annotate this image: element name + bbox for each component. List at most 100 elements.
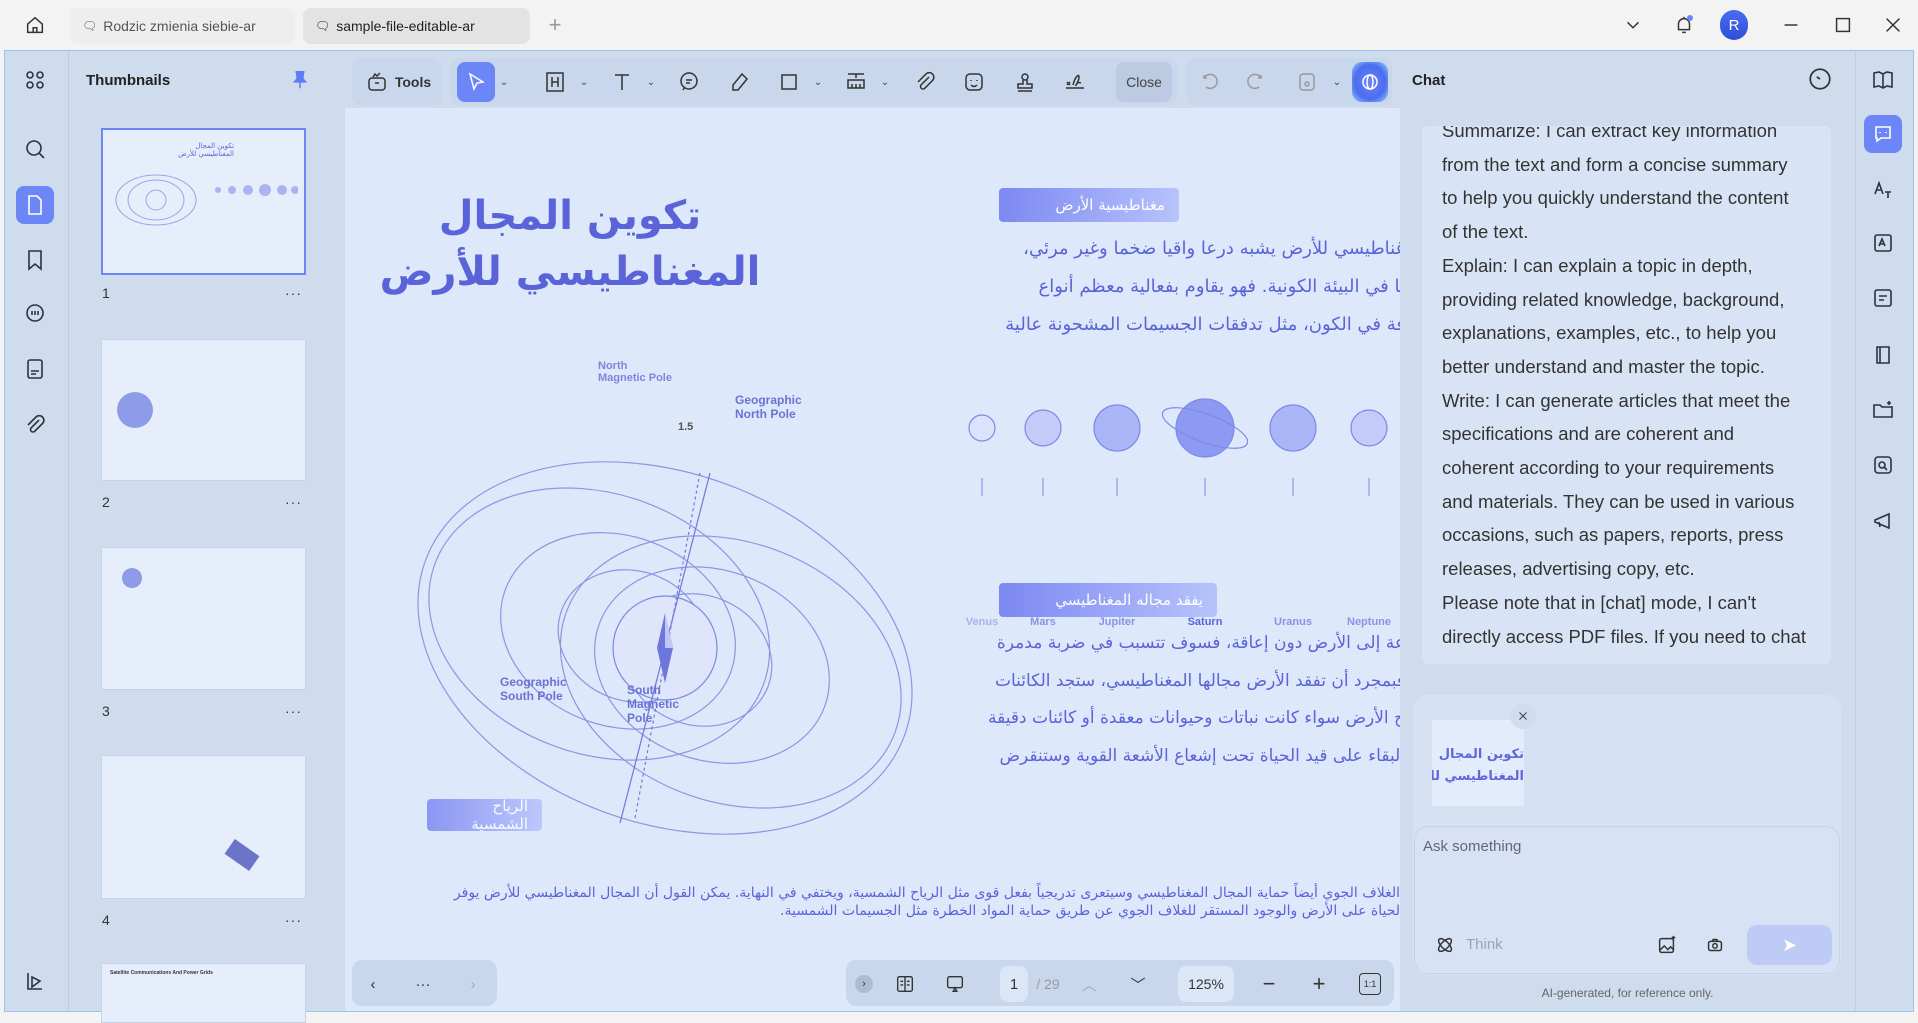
attach-icon[interactable] (910, 62, 940, 102)
new-tab-icon[interactable]: + (542, 12, 568, 38)
thumbnail-page-3[interactable] (101, 547, 306, 690)
thumbnail-page-5[interactable]: Satellite Communications And Power Grids (101, 963, 306, 1023)
ai-folder-icon[interactable] (1864, 391, 1902, 429)
toolbox-icon (365, 69, 389, 96)
apps-grid-icon[interactable] (16, 61, 54, 99)
thumbnail-page-1[interactable]: تكوين المجالالمغناطيسي للأرض (101, 128, 306, 275)
chevron-down-icon[interactable]: ⌄ (644, 62, 658, 102)
zoom-in-icon[interactable]: + (1306, 970, 1332, 998)
more-options-button[interactable]: ··· (285, 494, 302, 510)
ai-notes-icon[interactable] (1864, 279, 1902, 317)
zoom-out-icon[interactable]: − (1256, 970, 1282, 998)
chat-title: Chat (1412, 72, 1445, 89)
chevron-down-icon[interactable] (1620, 12, 1646, 38)
history-clock-icon[interactable] (1805, 64, 1835, 94)
chat-message-line: Summarize: I can extract key information (1442, 126, 1831, 148)
form-icon[interactable] (16, 350, 54, 388)
layers-icon[interactable] (16, 962, 54, 1000)
north-magnetic-pole-label: North Magnetic Pole (598, 360, 678, 384)
text-icon[interactable] (607, 62, 637, 102)
tools-button[interactable]: Tools (360, 62, 436, 102)
think-atom-icon[interactable] (1432, 932, 1458, 958)
undo-icon[interactable] (1198, 62, 1224, 102)
avatar[interactable]: R (1720, 10, 1748, 40)
chat-message-line: directly access PDF files. If you need t… (1442, 620, 1831, 654)
thumbnail-title: Satellite Communications And Power Grids (102, 964, 305, 982)
bell-icon[interactable] (1670, 10, 1698, 40)
planet-neptune (1351, 410, 1387, 446)
attachment-icon[interactable] (16, 406, 54, 444)
search-icon[interactable] (16, 130, 54, 168)
stamp-icon[interactable] (1010, 62, 1040, 102)
presentation-icon[interactable] (940, 970, 970, 998)
history-more-button[interactable]: ··· (410, 970, 436, 998)
previous-page-icon[interactable]: ︿ (1076, 970, 1102, 998)
signature-icon[interactable] (1058, 62, 1092, 102)
chevron-down-icon[interactable]: ⌄ (811, 62, 825, 102)
thumbnail-page-4[interactable] (101, 755, 306, 899)
more-options-button[interactable]: ··· (285, 703, 302, 719)
more-options-button[interactable]: ··· (285, 912, 302, 928)
highlighter-icon[interactable] (724, 62, 754, 102)
think-toggle[interactable]: Think (1466, 936, 1503, 953)
book-icon[interactable] (1864, 336, 1902, 374)
back-icon[interactable]: ‹ (360, 970, 386, 998)
ai-assistant-icon[interactable] (1352, 62, 1388, 102)
more-options-button[interactable]: ··· (285, 285, 302, 301)
geographic-south-pole-label: Geographic South Pole (500, 675, 580, 703)
chat-message-line: and materials. They can be used in vario… (1442, 485, 1831, 519)
section-label-solar-wind: الرياح الشمسية (427, 799, 542, 831)
image-ai-icon[interactable] (1652, 930, 1682, 960)
save-icon[interactable] (1294, 62, 1320, 102)
ai-search-icon[interactable] (1864, 446, 1902, 484)
comments-icon[interactable] (16, 295, 54, 333)
next-page-icon[interactable]: ﹀ (1125, 970, 1151, 998)
chevron-down-icon[interactable]: ⌄ (497, 62, 511, 102)
close-edit-button[interactable]: Close (1116, 62, 1172, 102)
actual-size-button[interactable]: 1:1 (1359, 973, 1381, 995)
rectangle-icon[interactable] (774, 62, 804, 102)
page-thumbnails-icon[interactable] (16, 186, 54, 224)
presentation-ai-icon[interactable] (1864, 501, 1902, 539)
planet-jupiter (1094, 405, 1140, 451)
bookmark-icon[interactable] (16, 241, 54, 279)
tab-rodzic[interactable]: 🗨 Rodzic zmienia siebie-ar (70, 8, 295, 44)
geographic-north-pole-label: Geographic North Pole (735, 393, 815, 421)
screenshot-camera-icon[interactable] (1700, 930, 1730, 960)
zoom-level-input[interactable]: 125% (1178, 966, 1234, 1002)
remove-attachment-icon[interactable] (1510, 703, 1536, 729)
home-icon[interactable] (20, 10, 50, 40)
chevron-down-icon[interactable]: ⌄ (878, 62, 892, 102)
text-box-icon[interactable] (540, 62, 570, 102)
redo-icon[interactable] (1241, 62, 1267, 102)
sticker-icon[interactable] (959, 62, 989, 102)
translate-icon[interactable] (1864, 171, 1902, 209)
thumbnails-title: Thumbnails (86, 72, 170, 89)
reader-icon[interactable] (1864, 61, 1902, 99)
send-button[interactable]: ➤ (1747, 925, 1832, 965)
chat-message-line: Please note that in [chat] mode, I can't (1442, 586, 1831, 620)
tab-sample-file[interactable]: 🗨 sample-file-editable-ar (303, 8, 530, 44)
select-tool-icon[interactable] (457, 62, 495, 102)
chevron-down-icon[interactable]: ⌄ (1330, 62, 1344, 102)
ai-chat-icon[interactable] (1864, 115, 1902, 153)
maximize-icon[interactable] (1830, 12, 1856, 38)
chevron-down-icon[interactable]: ⌄ (577, 62, 591, 102)
page-number-input[interactable]: 1 (1000, 966, 1028, 1002)
grammar-check-icon[interactable] (1864, 224, 1902, 262)
pin-icon[interactable] (286, 66, 314, 94)
document-page: تكوين المجال المغناطيسي للأرض North Magn… (345, 108, 1400, 1011)
chat-messages: Summarize: I can extract key information… (1422, 126, 1831, 664)
minimize-icon[interactable] (1778, 12, 1804, 38)
expand-icon[interactable]: › (855, 975, 873, 993)
angle-label: 1.5 (678, 421, 693, 433)
section-label-earth-magnetism: مغناطيسية الأرض (999, 188, 1179, 222)
page-number: 1 (102, 285, 110, 301)
thumbnail-page-2[interactable] (101, 339, 306, 481)
measure-icon[interactable] (841, 62, 871, 102)
planet-saturn (1176, 399, 1234, 457)
page-layout-icon[interactable] (890, 970, 920, 998)
forward-icon[interactable]: › (460, 970, 486, 998)
comment-icon[interactable] (674, 62, 704, 102)
close-window-icon[interactable] (1880, 12, 1906, 38)
